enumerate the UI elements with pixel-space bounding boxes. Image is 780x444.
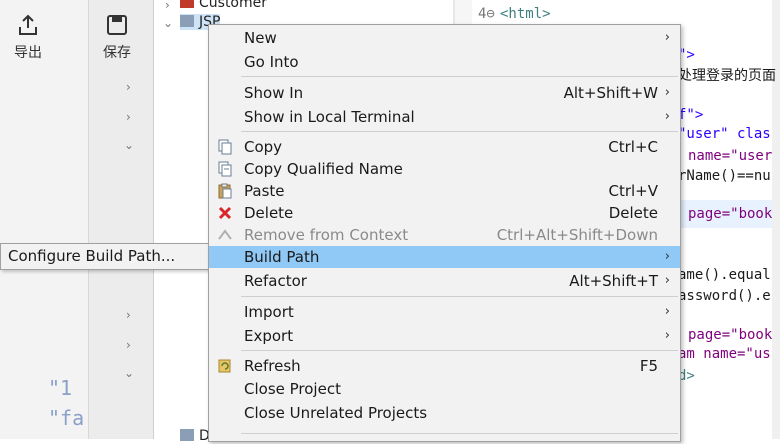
menu-item-shortcut: Ctrl+Alt+Shift+Down	[496, 226, 658, 244]
menu-item-label: Close Unrelated Projects	[244, 404, 428, 422]
chevron-right-icon: ›	[664, 109, 670, 124]
menu-item-build-path[interactable]: Build Path ›	[209, 246, 680, 268]
chevron-right-icon: ›	[664, 328, 670, 343]
menu-item-import[interactable]: Import ›	[209, 301, 680, 323]
project-icon	[180, 429, 194, 441]
menu-item-label: Show In	[244, 84, 304, 102]
chevron-right-icon[interactable]: ›	[126, 110, 131, 124]
left-panel	[0, 0, 88, 439]
menu-item-copy-qualified-name[interactable]: Copy Qualified Name	[209, 158, 680, 180]
code-line: f">	[678, 107, 704, 123]
chevron-right-icon: ›	[664, 85, 670, 100]
menu-item-label: Show in Local Terminal	[244, 108, 415, 126]
menu-item-label: Delete	[244, 204, 294, 222]
code-line: name="user	[688, 148, 773, 164]
explorer-item-customer[interactable]: Customer	[180, 0, 267, 11]
code-line: rName()==nu	[678, 168, 771, 184]
menu-item-remove-from-context[interactable]: Remove from Context Ctrl+Alt+Shift+Down	[209, 224, 680, 246]
explorer-item-d[interactable]: D	[180, 428, 210, 444]
line-number: 4⊖	[478, 6, 495, 22]
chevron-right-icon: ›	[664, 273, 670, 288]
ghost-text-2: "fa	[48, 406, 85, 430]
ghost-text-1: "1	[48, 376, 73, 400]
project-icon	[180, 0, 194, 8]
menu-item-label: Refresh	[244, 357, 301, 375]
menu-item-label: Close Project	[244, 380, 341, 398]
code-line: "user" clas	[678, 126, 771, 142]
chevron-right-icon[interactable]: ›	[165, 0, 170, 12]
project-icon	[180, 15, 194, 27]
save-label: 保存	[103, 45, 131, 61]
chevron-right-icon: ›	[664, 249, 670, 264]
chevron-down-icon[interactable]: ⌄	[124, 138, 134, 152]
save-icon	[107, 15, 127, 35]
code-line: page="book	[688, 206, 773, 222]
export-icon	[19, 14, 37, 35]
menu-item-shortcut: Alt+Shift+T	[569, 272, 658, 290]
menu-item-label: Copy	[244, 138, 283, 156]
menu-item-label: Refactor	[244, 272, 307, 290]
copy-icon	[218, 139, 232, 155]
chevron-right-icon: ›	[664, 30, 670, 45]
menu-item-show-in-local-terminal[interactable]: Show in Local Terminal ›	[209, 106, 680, 128]
context-menu: New › Go Into Show In Alt+Shift+W › Show…	[208, 24, 681, 442]
delete-icon	[218, 206, 232, 220]
menu-item-configure-build-path[interactable]: Configure Build Path...	[1, 244, 211, 269]
menu-item-close-unrelated-projects[interactable]: Close Unrelated Projects	[209, 402, 680, 424]
menu-item-label: Go Into	[244, 53, 299, 71]
menu-item-label: Remove from Context	[244, 226, 409, 244]
menu-item-label: New	[244, 29, 277, 47]
remove-context-icon	[218, 229, 232, 240]
menu-separator	[241, 433, 678, 434]
refresh-icon	[218, 359, 231, 373]
export-label: 导出	[14, 45, 42, 61]
menu-item-refresh[interactable]: Refresh F5	[209, 355, 680, 377]
menu-separator	[241, 76, 678, 77]
left-tree-gutter	[88, 0, 154, 439]
menu-separator	[241, 350, 678, 351]
code-line: <html>	[500, 6, 551, 22]
menu-item-label: Export	[244, 327, 294, 345]
paste-icon	[218, 183, 232, 199]
copy-qualified-icon	[218, 161, 232, 177]
save-tool[interactable]: 保存	[92, 14, 142, 62]
export-tool[interactable]: 导出	[3, 14, 53, 62]
menu-separator	[241, 131, 678, 132]
menu-item-go-into[interactable]: Go Into	[209, 51, 680, 73]
menu-item-label: Copy Qualified Name	[244, 160, 403, 178]
chevron-right-icon: ›	[664, 304, 670, 319]
chevron-right-icon[interactable]: ›	[126, 338, 131, 352]
menu-item-label: Build Path	[244, 248, 320, 266]
menu-item-paste[interactable]: Paste Ctrl+V	[209, 180, 680, 202]
menu-item-label: Paste	[244, 182, 285, 200]
menu-item-label: Configure Build Path...	[8, 247, 176, 265]
menu-item-shortcut: Delete	[608, 204, 658, 222]
code-line: assword().e	[678, 288, 771, 304]
code-line: 处理登录的页面	[678, 68, 776, 84]
menu-item-new[interactable]: New ›	[209, 27, 680, 49]
menu-separator	[241, 296, 678, 297]
chevron-right-icon[interactable]: ›	[126, 308, 131, 322]
menu-item-shortcut: Alt+Shift+W	[563, 84, 658, 102]
build-path-submenu: Configure Build Path...	[0, 243, 212, 270]
chevron-right-icon[interactable]: ›	[126, 80, 131, 94]
menu-item-show-in[interactable]: Show In Alt+Shift+W ›	[209, 82, 680, 104]
menu-item-refactor[interactable]: Refactor Alt+Shift+T ›	[209, 270, 680, 292]
menu-item-shortcut: Ctrl+C	[608, 138, 658, 156]
menu-item-shortcut: Ctrl+V	[608, 182, 658, 200]
code-line: ame().equal	[678, 267, 771, 283]
code-line: am name="us	[678, 346, 771, 362]
menu-item-delete[interactable]: Delete Delete	[209, 202, 680, 224]
chevron-down-icon[interactable]: ⌄	[124, 366, 134, 380]
code-line: page="book	[688, 327, 773, 343]
menu-item-label: Import	[244, 303, 294, 321]
menu-item-shortcut: F5	[639, 357, 658, 375]
menu-item-export[interactable]: Export ›	[209, 325, 680, 347]
chevron-down-icon[interactable]: ⌄	[163, 16, 173, 30]
menu-item-close-project[interactable]: Close Project	[209, 378, 680, 400]
menu-item-copy[interactable]: Copy Ctrl+C	[209, 136, 680, 158]
